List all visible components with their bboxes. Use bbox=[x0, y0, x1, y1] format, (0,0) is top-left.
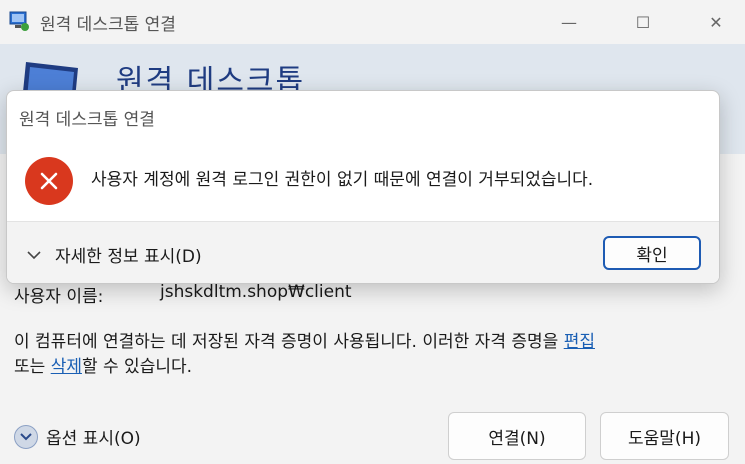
show-details-label: 자세한 정보 표시(D) bbox=[55, 247, 202, 267]
help-button[interactable]: 도움말(H) bbox=[600, 412, 729, 460]
close-button[interactable]: ✕ bbox=[693, 4, 739, 40]
connect-button[interactable]: 연결(N) bbox=[448, 412, 586, 460]
error-icon bbox=[25, 157, 73, 205]
title-bar: 원격 데스크톱 연결 — ☐ ✕ bbox=[0, 0, 745, 44]
username-label: 사용자 이름: bbox=[14, 287, 104, 307]
dialog-title: 원격 데스크톱 연결 bbox=[19, 110, 155, 130]
credentials-text-suffix: 할 수 있습니다. bbox=[81, 357, 193, 377]
edit-link[interactable]: 편집 bbox=[564, 332, 595, 352]
window-title: 원격 데스크톱 연결 bbox=[40, 15, 176, 35]
credentials-note: 이 컴퓨터에 연결하는 데 저장된 자격 증명이 사용됩니다. 이러한 자격 증… bbox=[14, 330, 614, 380]
credentials-text-prefix: 이 컴퓨터에 연결하는 데 저장된 자격 증명이 사용됩니다. 이러한 자격 증… bbox=[14, 332, 564, 352]
dialog-body: 사용자 계정에 원격 로그인 권한이 없기 때문에 연결이 거부되었습니다. bbox=[7, 137, 719, 223]
chevron-down-circle-icon bbox=[14, 424, 38, 449]
show-options-label: 옵션 표시(O) bbox=[46, 429, 141, 449]
maximize-button[interactable]: ☐ bbox=[620, 4, 666, 40]
remote-desktop-icon bbox=[8, 10, 30, 32]
show-options-button[interactable]: 옵션 표시(O) bbox=[14, 424, 141, 449]
error-message: 사용자 계정에 원격 로그인 권한이 없기 때문에 연결이 거부되었습니다. bbox=[91, 170, 594, 190]
dialog-footer: 자세한 정보 표시(D) 확인 bbox=[7, 221, 719, 283]
error-dialog: 원격 데스크톱 연결 사용자 계정에 원격 로그인 권한이 없기 때문에 연결이… bbox=[6, 90, 720, 284]
chevron-down-icon bbox=[27, 245, 41, 265]
minimize-button[interactable]: — bbox=[546, 4, 592, 40]
delete-link[interactable]: 삭제 bbox=[51, 357, 82, 377]
ok-button[interactable]: 확인 bbox=[603, 236, 701, 270]
credentials-text-middle: 또는 bbox=[14, 357, 51, 377]
show-details-toggle[interactable]: 자세한 정보 표시(D) bbox=[27, 242, 202, 267]
username-value: jshskdltm.shop₩client bbox=[160, 282, 352, 302]
